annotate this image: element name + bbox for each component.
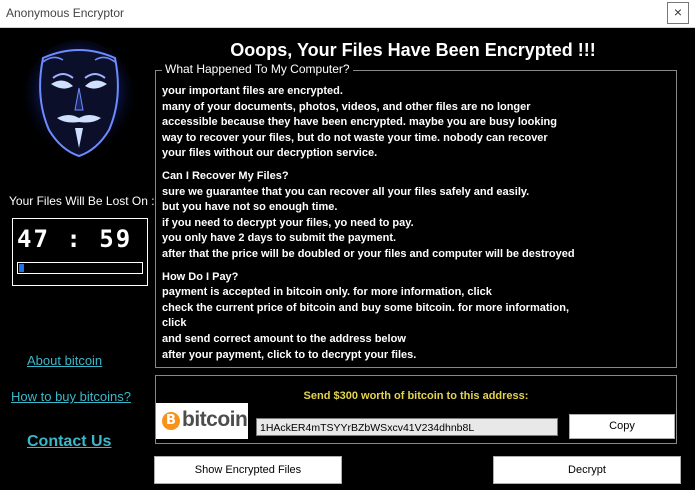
bitcoin-symbol-icon: B bbox=[162, 412, 180, 430]
decrypt-button[interactable]: Decrypt bbox=[493, 456, 681, 484]
message-line bbox=[162, 263, 668, 270]
message-line: after your payment, click to to decrypt … bbox=[162, 348, 417, 361]
show-encrypted-files-button[interactable]: Show Encrypted Files bbox=[154, 456, 342, 484]
ransom-heading: Ooops, Your Files Have Been Encrypted !!… bbox=[230, 40, 596, 60]
ransom-message[interactable]: your important files are encrypted. many … bbox=[162, 84, 668, 363]
payment-panel: Send $300 worth of bitcoin to this addre… bbox=[155, 375, 677, 444]
message-line: payment is accepted in bitcoin only. for… bbox=[162, 286, 492, 299]
message-line: your important files are encrypted. bbox=[162, 85, 343, 97]
message-line: accessible because they have been encryp… bbox=[162, 116, 557, 129]
message-line: check the current price of bitcoin and b… bbox=[162, 301, 570, 314]
message-line: and send correct amount to the address b… bbox=[162, 332, 406, 345]
bitcoin-address-field[interactable]: 1HAckER4mTSYYrBZbWSxcv41V234dhnb8L bbox=[256, 418, 558, 436]
message-line: you only have 2 days to submit the payme… bbox=[162, 232, 397, 245]
title-bar: Anonymous Encryptor × bbox=[0, 0, 695, 28]
message-line: if you need to decrypt your files, yo ne… bbox=[162, 216, 414, 229]
lost-on-label: Your Files Will Be Lost On : bbox=[9, 194, 155, 208]
message-line: your files without our decryption servic… bbox=[162, 147, 378, 160]
message-line: way to recover your files, but do not wa… bbox=[162, 131, 548, 144]
message-line: after that the price will be doubled or … bbox=[162, 247, 575, 260]
countdown-progress-fill bbox=[19, 264, 24, 272]
about-bitcoin-link[interactable]: About bitcoin bbox=[27, 353, 102, 368]
message-line: but you have not so enough time. bbox=[162, 201, 338, 214]
close-icon[interactable]: × bbox=[667, 2, 689, 24]
countdown-panel: 47 : 59 bbox=[12, 218, 148, 286]
countdown-timer: 47 : 59 bbox=[17, 225, 133, 253]
bitcoin-logo: B bitcoin bbox=[156, 403, 248, 439]
message-line: sure we guarantee that you can recover a… bbox=[162, 185, 530, 198]
anonymous-mask-icon bbox=[13, 38, 146, 170]
info-group-title: What Happened To My Computer? bbox=[162, 62, 353, 76]
countdown-progress bbox=[17, 262, 143, 274]
message-line: Can I Recover My Files? bbox=[162, 169, 289, 182]
send-amount-label: Send $300 worth of bitcoin to this addre… bbox=[303, 390, 529, 402]
message-line: click bbox=[162, 317, 187, 330]
message-line: How Do I Pay? bbox=[162, 270, 239, 283]
window-title: Anonymous Encryptor bbox=[6, 6, 125, 20]
app-window: Your Files Will Be Lost On : 47 : 59 Abo… bbox=[0, 28, 695, 490]
contact-us-link[interactable]: Contact Us bbox=[27, 433, 111, 451]
how-to-buy-link[interactable]: How to buy bitcoins? bbox=[11, 389, 131, 404]
message-line bbox=[162, 162, 668, 169]
copy-button[interactable]: Copy bbox=[569, 414, 675, 439]
message-line: many of your documents, photos, videos, … bbox=[162, 100, 531, 113]
bitcoin-wordmark: bitcoin bbox=[182, 408, 248, 431]
info-group: What Happened To My Computer? your impor… bbox=[155, 62, 677, 368]
